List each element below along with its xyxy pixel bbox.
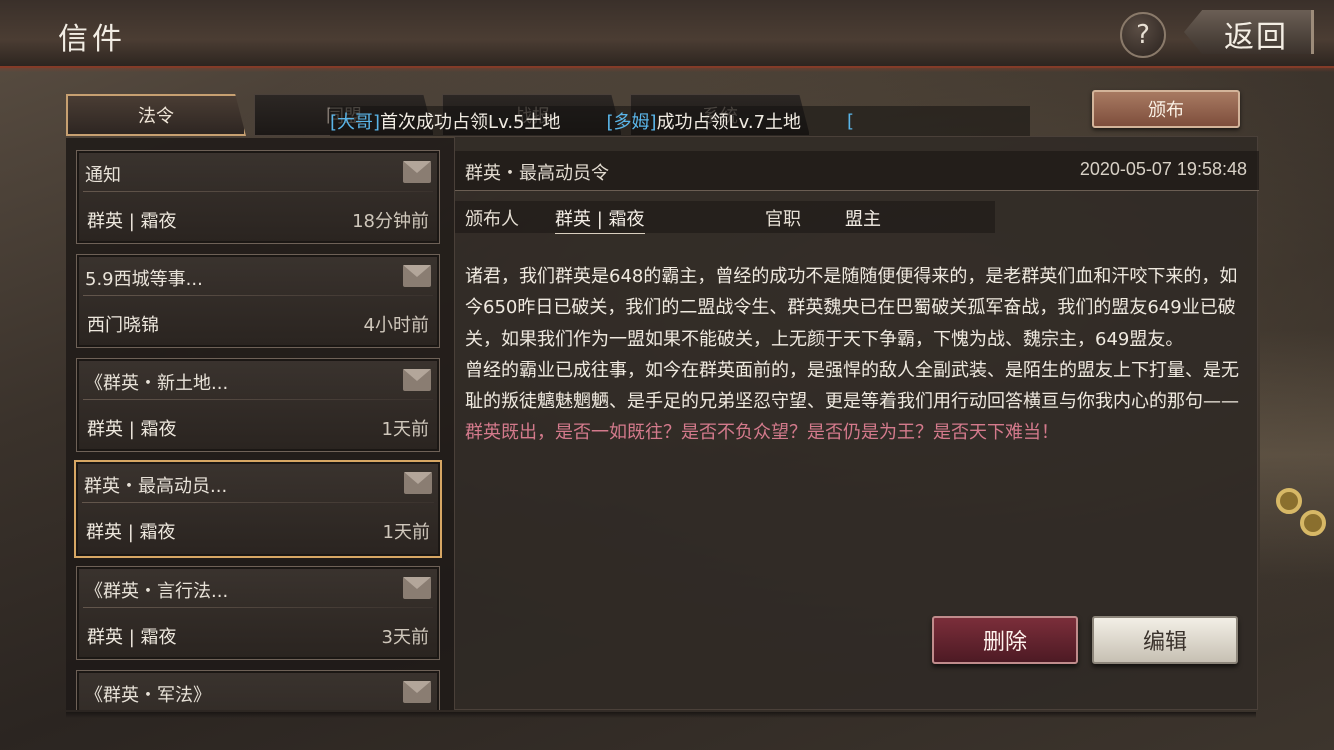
edit-button[interactable]: 编辑 [1092,616,1238,664]
body-paragraph: 诸君，我们群英是648的霸主，曾经的成功不是随随便便得来的，是老群英们血和汗咬下… [465,266,1238,350]
back-button-label[interactable]: 返回 [1224,12,1288,56]
publisher-label: 颁布人 [465,209,519,230]
letter-item[interactable]: 5.9西城等事... 西门晓锦 4小时前 [76,254,440,348]
letter-title: 《群英・新土地... [85,373,229,394]
letter-author: 群英 | 霜夜 [87,627,177,648]
divider [83,399,433,400]
detail-date: 2020-05-07 19:58:48 [1079,159,1247,179]
help-button[interactable]: ? [1120,12,1166,58]
envelope-icon [403,577,431,599]
announcement-ticker: [大哥]首次成功占领Lv.5土地 [多姆]成功占领Lv.7土地 [ [330,106,1030,136]
letter-author: 群英 | 霜夜 [87,419,177,440]
body-text-plain: 曾经的霸业已成往事，如今在群英面前的，是强悍的敌人全副武装、是陌生的盟友上下打量… [465,359,1239,413]
letter-title: 通知 [85,165,121,186]
envelope-icon [404,472,432,494]
publish-button[interactable]: 颁布 [1092,90,1240,128]
letter-title: 群英・最高动员... [84,476,228,497]
coin-decoration [1276,488,1302,514]
panel-bottom-edge [66,712,1256,718]
office-value: 盟主 [845,209,881,230]
envelope-icon [403,681,431,703]
letter-item-selected[interactable]: 群英・最高动员... 群英 | 霜夜 1天前 [74,460,442,558]
player-name: [多姆] [606,112,657,133]
announcement-item: [大哥]首次成功占领Lv.5土地 [330,108,561,134]
letter-list[interactable]: 通知 群英 | 霜夜 18分钟前 5.9西城等事... 西门晓锦 4小时前 《群… [66,138,454,710]
envelope-icon [403,265,431,287]
body-paragraph: 曾经的霸业已成往事，如今在群英面前的，是强悍的敌人全副武装、是陌生的盟友上下打量… [465,355,1249,449]
letter-author: 群英 | 霜夜 [86,522,176,543]
letter-time: 3天前 [381,627,429,648]
divider [82,502,434,503]
letter-time: 1天前 [382,522,430,543]
detail-header: 群英・最高动员令 2020-05-07 19:58:48 [455,151,1259,191]
letter-item[interactable]: 《群英・军法》 [76,670,440,710]
letter-time: 1天前 [381,419,429,440]
letter-item[interactable]: 《群英・新土地... 群英 | 霜夜 1天前 [76,358,440,452]
announcement-text: 首次成功占领Lv.5土地 [380,112,561,133]
announcement-item: [多姆]成功占领Lv.7土地 [607,108,802,134]
letter-body[interactable]: 诸君，我们群英是648的霸主，曾经的成功不是随随便便得来的，是老群英们血和汗咬下… [465,261,1249,551]
publisher-name: 群英 | 霜夜 [555,205,645,234]
coin-decoration [1300,510,1326,536]
body-text-highlight: 群英既出，是否一如既往？是否不负众望？是否仍是为王？是否天下难当！ [465,422,1059,444]
letter-title: 《群英・军法》 [85,685,211,706]
detail-title: 群英・最高动员令 [465,163,609,184]
player-name: [ [847,110,855,132]
envelope-icon [403,369,431,391]
detail-meta-row: 颁布人 群英 | 霜夜 官职 盟主 [455,201,995,234]
letter-time: 18分钟前 [352,211,429,232]
divider [83,191,433,192]
letter-title: 5.9西城等事... [85,269,203,290]
letter-title: 《群英・言行法... [85,581,229,602]
page-title: 信件 [58,22,126,57]
background-decoration [1260,330,1334,580]
letter-author: 群英 | 霜夜 [87,211,177,232]
announcement-text: 成功占领Lv.7土地 [656,112,802,133]
letter-time: 4小时前 [363,315,429,336]
divider [83,295,433,296]
delete-button[interactable]: 删除 [932,616,1078,664]
office-label: 官职 [765,209,801,230]
envelope-icon [403,161,431,183]
letter-author: 西门晓锦 [87,315,159,336]
letter-item[interactable]: 通知 群英 | 霜夜 18分钟前 [76,150,440,244]
tab-decree[interactable]: 法令 [66,94,246,136]
divider [83,607,433,608]
letter-item[interactable]: 《群英・言行法... 群英 | 霜夜 3天前 [76,566,440,660]
player-name: [大哥] [330,112,381,133]
